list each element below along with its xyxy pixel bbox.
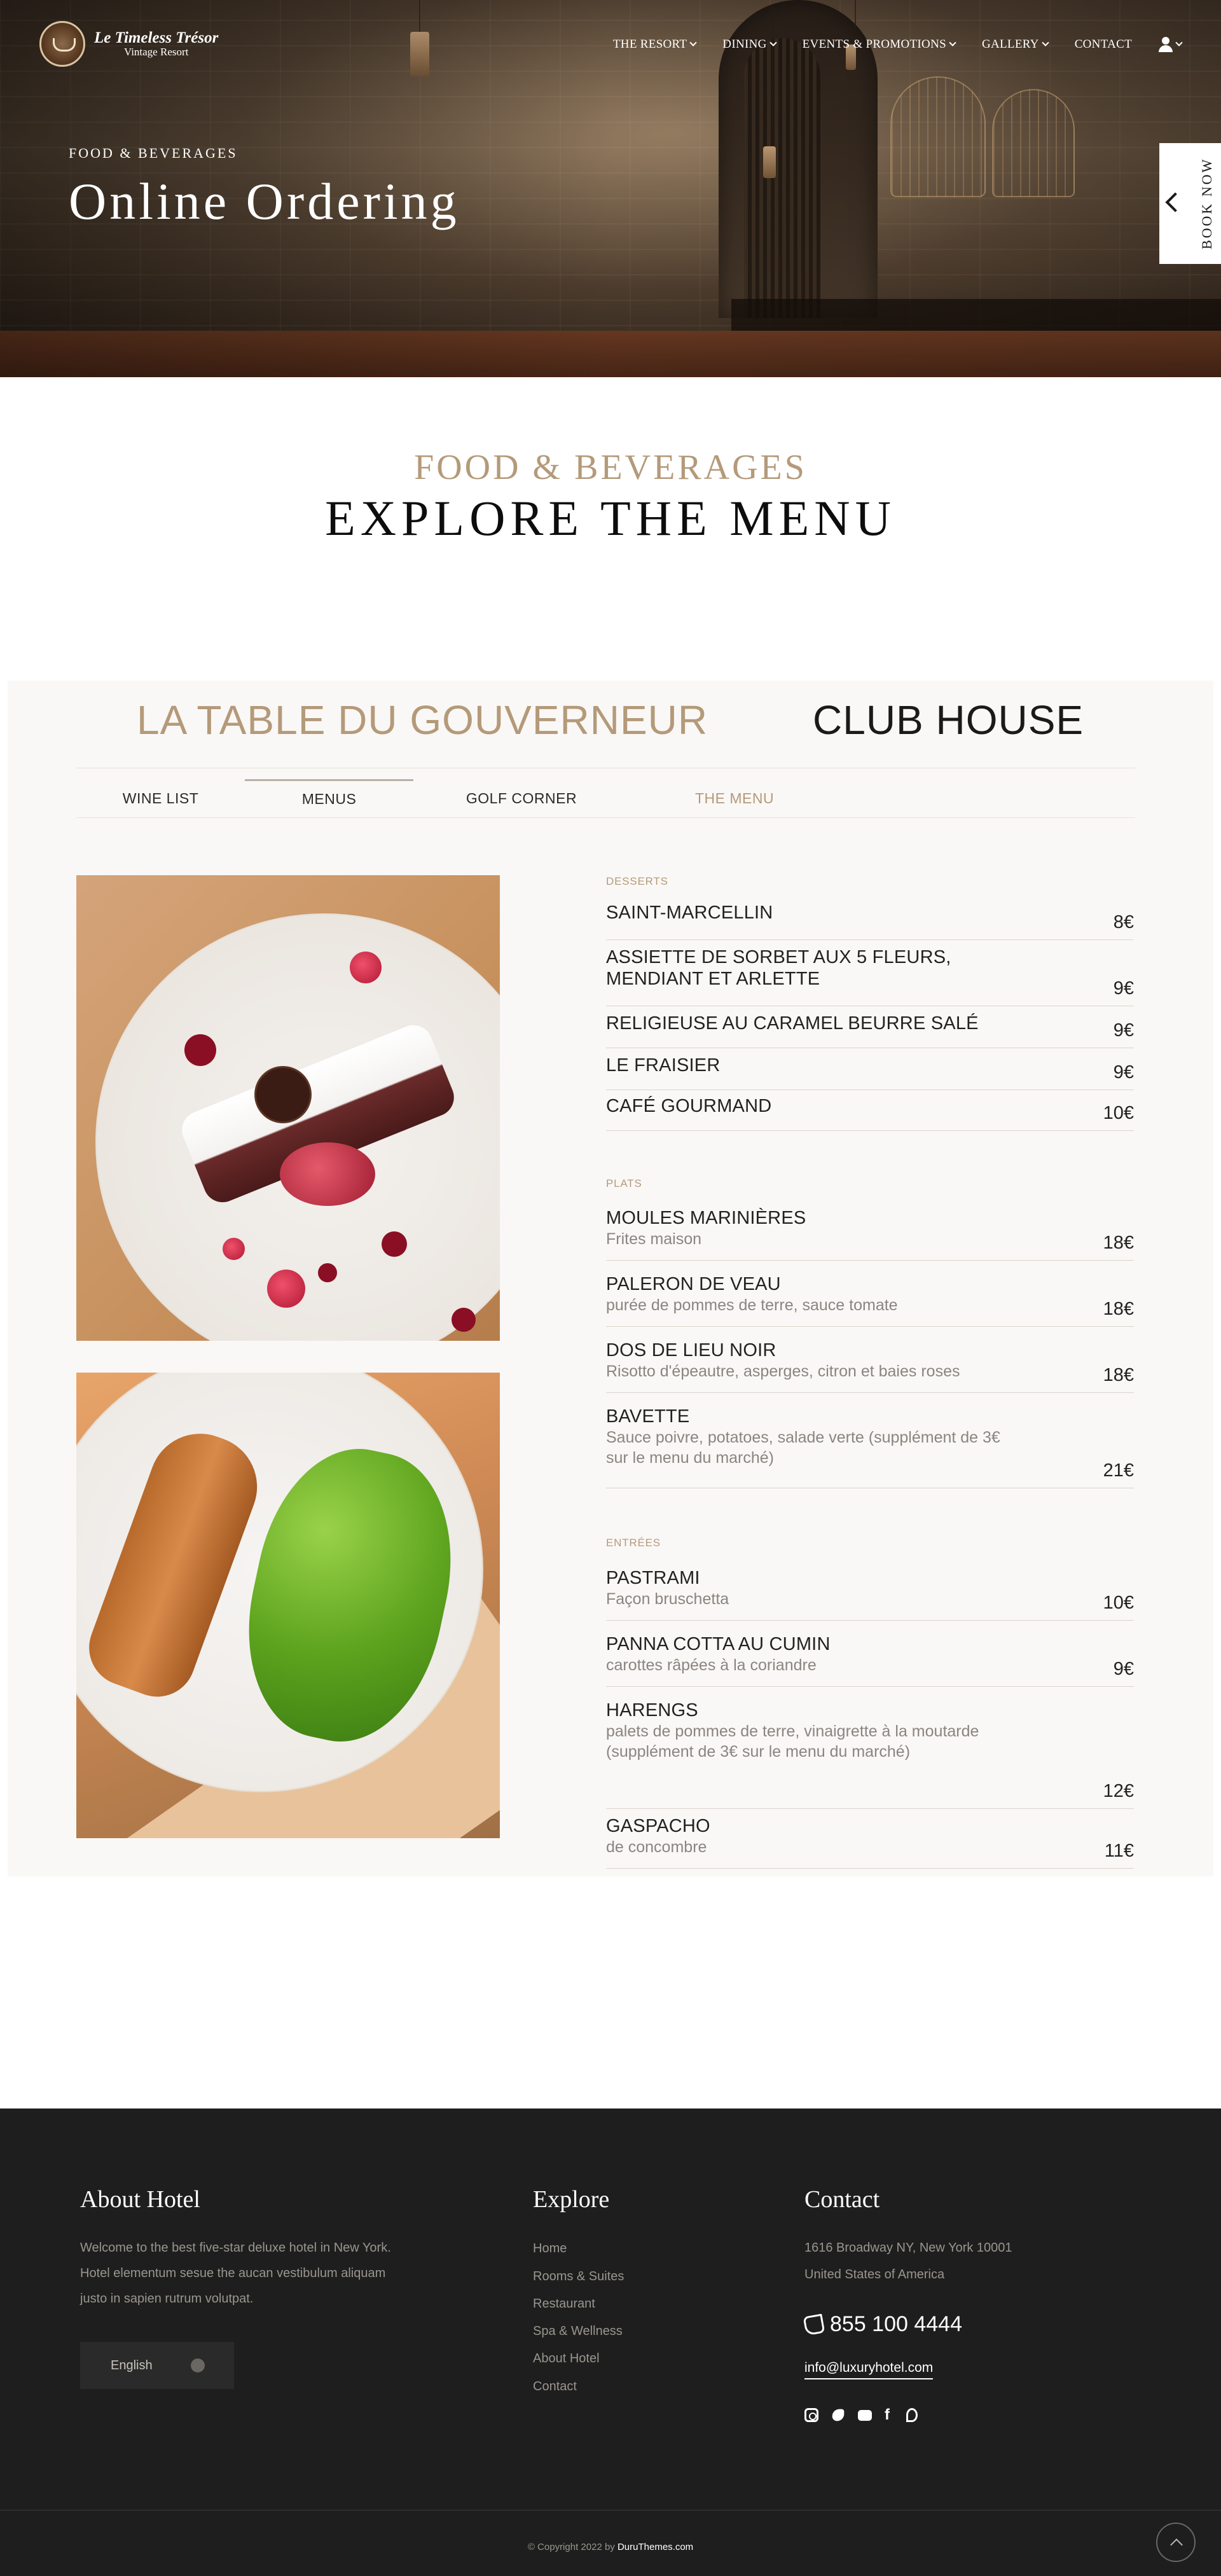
book-now-label: BOOK NOW (1199, 157, 1215, 250)
item-price: 9€ (1113, 1659, 1134, 1679)
chevron-down-icon (949, 39, 956, 46)
tab-club-house[interactable]: CLUB HOUSE (813, 696, 1084, 744)
section-title: EXPLORE THE MENU (325, 490, 896, 546)
menu-item: PALERON DE VEAU purée de pommes de terre… (606, 1273, 1134, 1327)
copyright-brand-link[interactable]: DuruThemes.com (617, 2542, 693, 2552)
nav-the-resort[interactable]: THE RESORT (613, 38, 697, 52)
item-price: 18€ (1103, 1299, 1134, 1319)
social-links: f (804, 2407, 918, 2423)
nav-events-promotions[interactable]: EVENTS & PROMOTIONS (803, 38, 956, 52)
menu-item: CAFÉ GOURMAND 10€ (606, 1095, 1134, 1131)
item-price: 10€ (1103, 1103, 1134, 1123)
logo-emblem (39, 21, 85, 67)
menu-item: LE FRAISIER 9€ (606, 1055, 1134, 1090)
tab-la-table-du-gouverneur[interactable]: LA TABLE DU GOUVERNEUR (137, 696, 708, 744)
item-price: 21€ (1103, 1460, 1134, 1481)
menu-item: ASSIETTE DE SORBET AUX 5 FLEURS, MENDIAN… (606, 946, 1134, 1006)
phone-number[interactable]: 855 100 4444 (803, 2312, 962, 2337)
logo-name: Le Timeless Trésor (94, 29, 219, 46)
item-price: 9€ (1113, 1020, 1134, 1041)
instagram-icon[interactable] (804, 2408, 818, 2422)
menu-subtabs: WINE LIST MENUS GOLF CORNER THE MENU (76, 779, 1135, 817)
chevron-down-icon (689, 39, 697, 46)
copyright: © Copyright 2022 by DuruThemes.com (527, 2542, 694, 2552)
menu-item: PASTRAMI Façon bruschetta 10€ (606, 1567, 1134, 1621)
item-price: 18€ (1103, 1233, 1134, 1253)
tab-the-menu[interactable]: THE MENU (630, 779, 839, 817)
menu-item: RELIGIEUSE AU CARAMEL BEURRE SALÉ 9€ (606, 1013, 1134, 1048)
page-title: Online Ordering (69, 172, 460, 230)
item-price: 8€ (1113, 912, 1134, 932)
email-link[interactable]: info@luxuryhotel.com (804, 2360, 934, 2379)
chevron-down-icon (1042, 39, 1049, 46)
category-entrees: ENTRÉES (606, 1537, 661, 1549)
tab-menus[interactable]: MENUS (245, 779, 413, 817)
chevron-left-icon (1165, 192, 1185, 212)
item-price: 11€ (1104, 1841, 1134, 1861)
footer-link-home[interactable]: Home (533, 2241, 567, 2256)
footer-about-text: Welcome to the best five-star deluxe hot… (80, 2241, 391, 2306)
nav-dining[interactable]: DINING (722, 38, 777, 52)
menu-item: DOS DE LIEU NOIR Risotto d'épeautre, asp… (606, 1340, 1134, 1393)
menu-item: GASPACHO de concombre 11€ (606, 1815, 1134, 1869)
footer-link-contact[interactable]: Contact (533, 2379, 577, 2394)
facebook-icon[interactable]: f (885, 2407, 893, 2423)
menu-item: HARENGS palets de pommes de terre, vinai… (606, 1700, 1134, 1809)
footer-link-rooms-suites[interactable]: Rooms & Suites (533, 2269, 624, 2284)
footer-link-restaurant[interactable]: Restaurant (533, 2297, 595, 2311)
book-now-button[interactable]: BOOK NOW (1159, 143, 1221, 264)
tab-golf-corner[interactable]: GOLF CORNER (413, 779, 630, 817)
main-nav: THE RESORT DINING EVENTS & PROMOTIONS GA… (586, 37, 1183, 52)
phone-icon (803, 2313, 825, 2336)
pinterest-icon[interactable] (906, 2408, 918, 2422)
dessert-photo (76, 875, 500, 1341)
footer-contact-title: Contact (804, 2186, 880, 2213)
divider (76, 817, 1135, 818)
menu-item: MOULES MARINIÈRES Frites maison 18€ (606, 1207, 1134, 1261)
footer-explore-title: Explore (533, 2186, 610, 2213)
address-line-2: United States of America (804, 2268, 945, 2282)
nav-gallery[interactable]: GALLERY (982, 38, 1049, 52)
user-icon[interactable] (1159, 37, 1183, 52)
section-kicker: FOOD & BEVERAGES (414, 448, 807, 487)
item-price: 9€ (1113, 978, 1134, 999)
twitter-icon[interactable] (832, 2409, 845, 2421)
item-price: 9€ (1113, 1062, 1134, 1083)
address-line-1: 1616 Broadway NY, New York 10001 (804, 2241, 1012, 2255)
tab-wine-list[interactable]: WINE LIST (76, 779, 245, 817)
language-label: English (111, 2358, 153, 2372)
item-price: 10€ (1103, 1593, 1134, 1613)
fish-dish-photo (76, 1373, 500, 1838)
category-desserts: DESSERTS (606, 875, 668, 887)
site-logo[interactable]: Le Timeless Trésor Vintage Resort (39, 21, 218, 67)
youtube-icon[interactable] (858, 2410, 872, 2421)
chevron-down-icon (1175, 39, 1183, 46)
footer-link-spa-wellness[interactable]: Spa & Wellness (533, 2324, 623, 2339)
menu-item: SAINT-MARCELLIN 8€ (606, 902, 1134, 940)
logo-subtitle: Vintage Resort (123, 46, 189, 58)
footer-about-title: About Hotel (80, 2186, 200, 2213)
language-selector[interactable]: English (80, 2342, 234, 2389)
item-price: 18€ (1103, 1365, 1134, 1385)
chevron-down-icon (769, 39, 777, 46)
venue-tabs: LA TABLE DU GOUVERNEUR CLUB HOUSE (76, 696, 1135, 766)
info-icon (191, 2358, 205, 2372)
menu-item: BAVETTE Sauce poivre, potatoes, salade v… (606, 1406, 1134, 1488)
footer-link-about-hotel[interactable]: About Hotel (533, 2351, 600, 2366)
menu-item: PANNA COTTA AU CUMIN carottes râpées à l… (606, 1633, 1134, 1687)
nav-contact[interactable]: CONTACT (1075, 38, 1132, 52)
back-to-top-button[interactable] (1156, 2523, 1196, 2562)
category-plats: PLATS (606, 1177, 642, 1189)
hero-kicker: FOOD & BEVERAGES (69, 145, 238, 161)
item-price: 12€ (1103, 1781, 1134, 1801)
